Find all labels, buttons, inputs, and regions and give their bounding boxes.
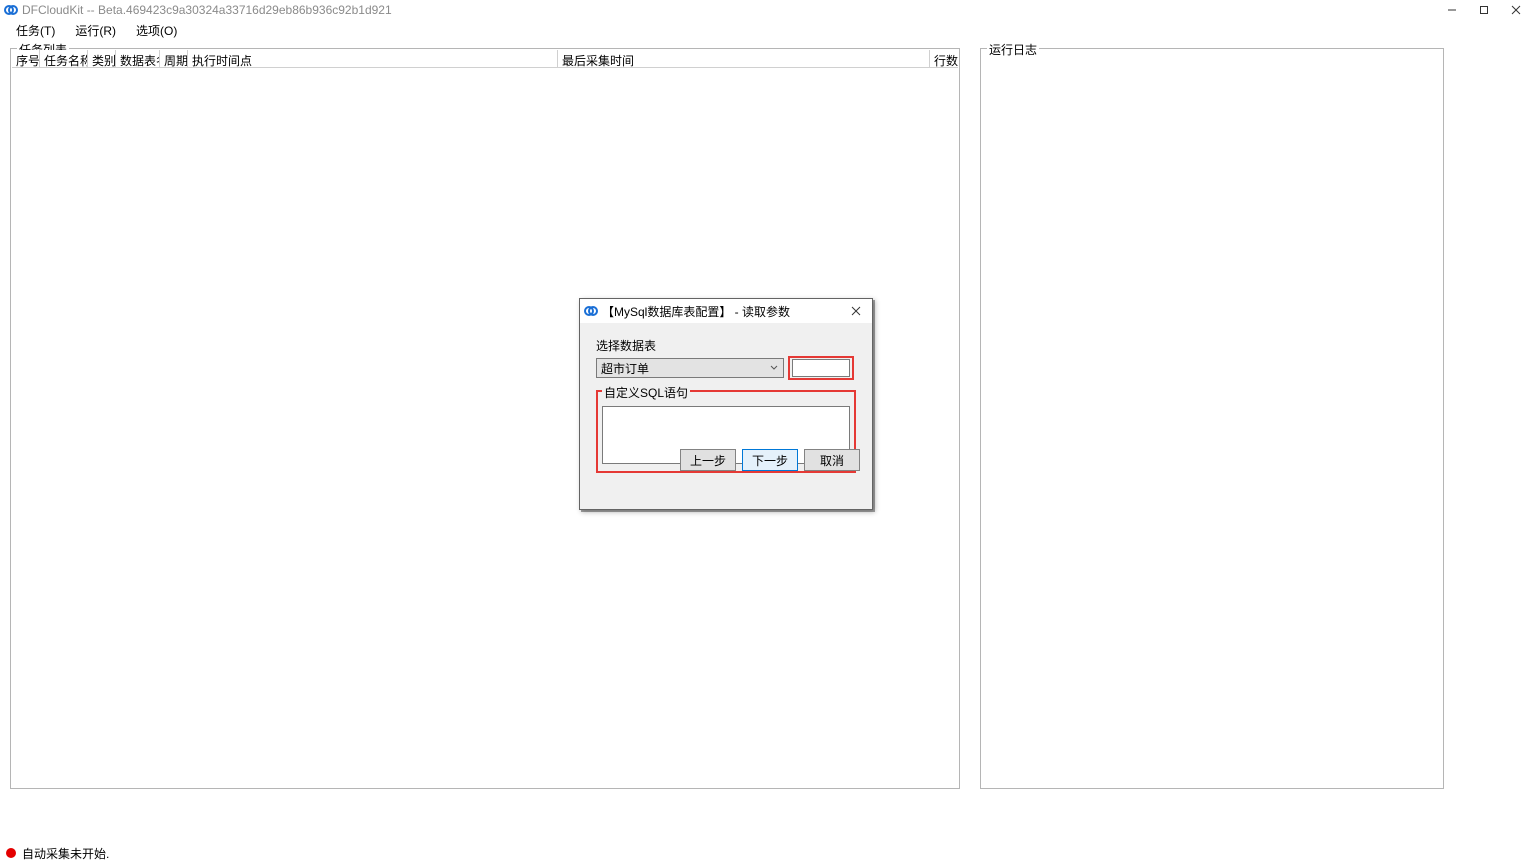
- maximize-button[interactable]: [1468, 0, 1500, 20]
- filter-input-highlight: [788, 356, 854, 380]
- dialog-titlebar: 【MySql数据库表配置】 - 读取参数: [580, 299, 872, 323]
- col-category[interactable]: 类别: [88, 50, 116, 67]
- close-icon: [851, 306, 861, 316]
- status-indicator-icon: [6, 848, 16, 858]
- col-seq[interactable]: 序号: [12, 50, 40, 67]
- mysql-config-dialog: 【MySql数据库表配置】 - 读取参数 选择数据表 超市订单: [579, 298, 873, 510]
- titlebar: DFCloudKit -- Beta.469423c9a30324a33716d…: [0, 0, 1536, 20]
- dialog-body: 选择数据表 超市订单 自定义SQL语句: [580, 323, 872, 481]
- col-rows[interactable]: 行数: [930, 50, 958, 67]
- dialog-close-button[interactable]: [844, 301, 868, 321]
- dialog-buttons: 上一步 下一步 取消: [680, 449, 860, 471]
- col-table-name[interactable]: 数据表名: [116, 50, 160, 67]
- main-area: 任务列表 序号 任务名称 类别 数据表名 周期 执行时间点 最后采集时间 行数 …: [0, 40, 1536, 842]
- select-table-label: 选择数据表: [596, 337, 856, 354]
- task-table-header: 序号 任务名称 类别 数据表名 周期 执行时间点 最后采集时间 行数: [12, 50, 958, 68]
- table-combobox-value: 超市订单: [601, 360, 649, 377]
- menu-task[interactable]: 任务(T): [6, 20, 65, 41]
- col-period[interactable]: 周期: [160, 50, 188, 67]
- log-legend: 运行日志: [987, 41, 1039, 58]
- minimize-button[interactable]: [1436, 0, 1468, 20]
- app-icon: [4, 3, 18, 17]
- col-exec-point[interactable]: 执行时间点: [188, 50, 558, 67]
- close-button[interactable]: [1500, 0, 1532, 20]
- custom-sql-legend: 自定义SQL语句: [602, 384, 690, 401]
- next-button[interactable]: 下一步: [742, 449, 798, 471]
- dialog-title: 【MySql数据库表配置】 - 读取参数: [602, 303, 844, 320]
- col-last-collect[interactable]: 最后采集时间: [558, 50, 930, 67]
- statusbar: 自动采集未开始.: [0, 842, 1536, 864]
- col-task-name[interactable]: 任务名称: [40, 50, 88, 67]
- chevron-down-icon: [767, 361, 781, 375]
- window-title: DFCloudKit -- Beta.469423c9a30324a33716d…: [22, 3, 392, 17]
- status-text: 自动采集未开始.: [22, 845, 109, 862]
- table-combobox[interactable]: 超市订单: [596, 358, 784, 378]
- log-group: 运行日志: [980, 48, 1444, 789]
- prev-button[interactable]: 上一步: [680, 449, 736, 471]
- menu-run[interactable]: 运行(R): [65, 20, 126, 41]
- menu-options[interactable]: 选项(O): [126, 20, 187, 41]
- cancel-button[interactable]: 取消: [804, 449, 860, 471]
- filter-input[interactable]: [792, 359, 850, 377]
- menubar: 任务(T) 运行(R) 选项(O): [0, 20, 1536, 40]
- dialog-icon: [584, 304, 598, 318]
